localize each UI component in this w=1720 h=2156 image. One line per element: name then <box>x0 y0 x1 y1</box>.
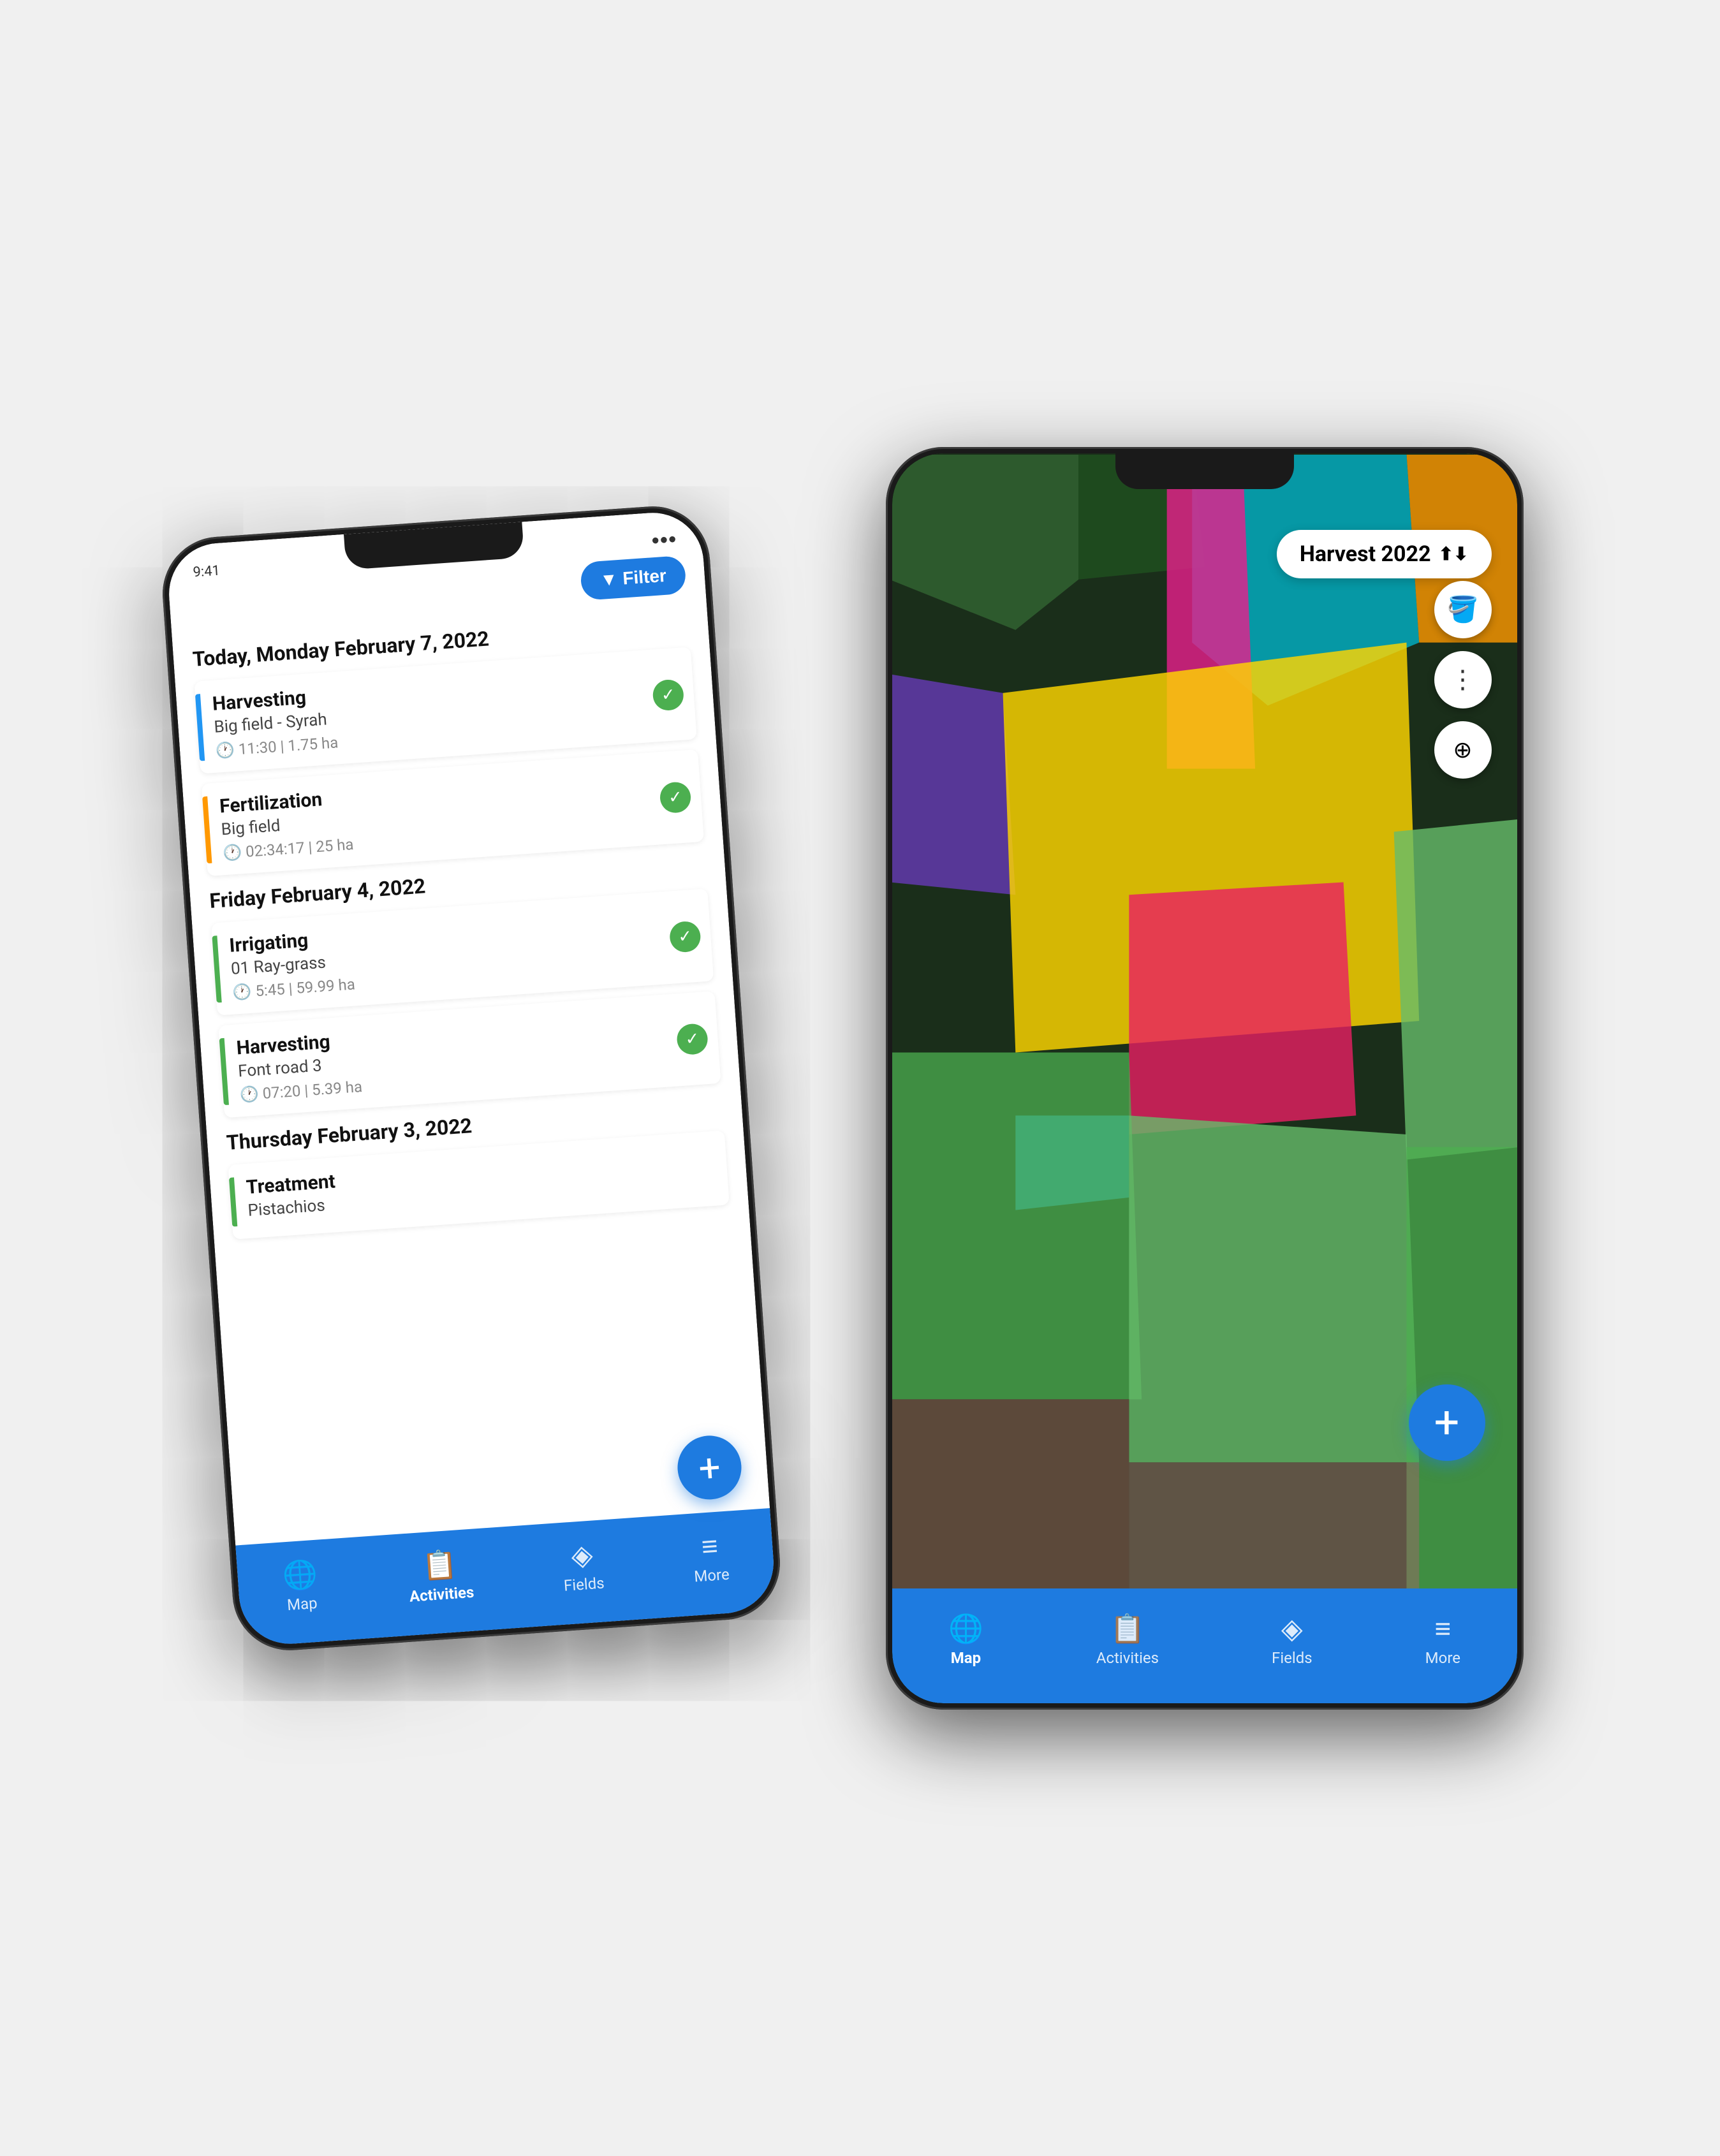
activity-list: Today, Monday February 7, 2022 Harvestin… <box>172 598 770 1545</box>
nav-item-map-right[interactable]: 🌐 Map <box>948 1612 983 1667</box>
nav-item-map-left[interactable]: 🌐 Map <box>281 1557 320 1614</box>
card-content-3: Irrigating 01 Ray-grass 🕐 5:45 | 59.99 h… <box>228 902 700 1001</box>
right-notch <box>1115 453 1294 489</box>
more-options-button[interactable]: ⋮ <box>1434 651 1492 708</box>
nav-item-activities-left[interactable]: 📋 Activities <box>406 1546 474 1605</box>
nav-label-more-left: More <box>693 1565 730 1585</box>
nav-label-activities-right: Activities <box>1096 1649 1159 1667</box>
clock-icon-4: 🕐 <box>239 1085 259 1104</box>
clock-icon-3: 🕐 <box>232 982 252 1001</box>
card-content-1: Harvesting Big field - Syrah 🕐 11:30 | 1… <box>211 660 683 759</box>
card-time-3: 5:45 | 59.99 ha <box>254 975 355 1000</box>
activities-icon-left: 📋 <box>421 1547 458 1583</box>
nav-item-fields-left[interactable]: ◈ Fields <box>561 1537 605 1594</box>
card-border-green-3 <box>212 935 221 1002</box>
map-area: Harvest 2022 ⬆⬇ 🪣 ⋮ ⊕ <box>892 453 1517 1588</box>
nav-item-activities-right[interactable]: 📋 Activities <box>1096 1612 1159 1667</box>
card-border-blue-1 <box>195 694 204 761</box>
nav-label-activities-left: Activities <box>409 1583 474 1605</box>
nav-label-fields-left: Fields <box>563 1574 605 1594</box>
map-fab-icon: + <box>1434 1397 1460 1449</box>
card-border-green-4 <box>219 1038 228 1104</box>
location-icon: ⊕ <box>1453 737 1472 763</box>
harvest-label: Harvest 2022 <box>1300 541 1431 567</box>
paint-bucket-button[interactable]: 🪣 <box>1434 581 1492 638</box>
nav-item-more-right[interactable]: ≡ More <box>1425 1612 1460 1667</box>
right-phone: Harvest 2022 ⬆⬇ 🪣 ⋮ ⊕ <box>886 447 1524 1710</box>
more-icon-left: ≡ <box>700 1529 719 1563</box>
filter-button[interactable]: ▼ Filter <box>579 555 686 600</box>
activities-icon-right: 📋 <box>1110 1612 1145 1645</box>
card-content-4: Harvesting Font road 3 🕐 07:20 | 5.39 ha <box>235 1004 707 1104</box>
nav-label-map-left: Map <box>286 1594 318 1613</box>
card-content-2: Fertilization Big field 🕐 02:34:17 | 25 … <box>219 763 691 862</box>
map-icon-right: 🌐 <box>948 1612 983 1645</box>
paint-bucket-icon: 🪣 <box>1447 594 1479 624</box>
map-icon-left: 🌐 <box>281 1557 318 1592</box>
location-button[interactable]: ⊕ <box>1434 721 1492 779</box>
right-bottom-nav: 🌐 Map 📋 Activities ◈ Fields ≡ More <box>892 1588 1517 1703</box>
nav-label-more-right: More <box>1425 1649 1460 1667</box>
harvest-selector[interactable]: Harvest 2022 ⬆⬇ <box>1277 530 1492 578</box>
clock-icon-2: 🕐 <box>222 843 242 862</box>
map-fab[interactable]: + <box>1409 1384 1485 1461</box>
card-border-orange-2 <box>202 796 212 863</box>
filter-label: Filter <box>622 565 667 589</box>
map-controls: 🪣 ⋮ ⊕ <box>1434 581 1492 779</box>
left-phone-screen: 9:41 ●●● ▼ Filter Today, Monday February… <box>165 509 777 1646</box>
card-time-2: 02:34:17 | 25 ha <box>245 835 354 861</box>
fields-icon-right: ◈ <box>1281 1612 1303 1645</box>
fields-icon-left: ◈ <box>570 1537 593 1572</box>
right-phone-screen: Harvest 2022 ⬆⬇ 🪣 ⋮ ⊕ <box>892 453 1517 1703</box>
nav-item-more-left[interactable]: ≡ More <box>691 1528 730 1585</box>
more-options-icon: ⋮ <box>1450 664 1476 694</box>
nav-item-fields-right[interactable]: ◈ Fields <box>1272 1612 1312 1667</box>
card-border-green-5 <box>228 1177 237 1226</box>
left-phone: 9:41 ●●● ▼ Filter Today, Monday February… <box>159 502 784 1654</box>
harvest-arrow-icon: ⬆⬇ <box>1439 543 1469 564</box>
clock-icon-1: 🕐 <box>215 740 235 759</box>
left-fab-icon: + <box>697 1444 722 1490</box>
card-time-4: 07:20 | 5.39 ha <box>261 1077 362 1102</box>
more-icon-right: ≡ <box>1434 1612 1451 1645</box>
card-content-5: Treatment Pistachios <box>245 1143 716 1225</box>
nav-label-map-right: Map <box>951 1649 981 1667</box>
scene: 9:41 ●●● ▼ Filter Today, Monday February… <box>159 58 1562 2099</box>
card-time-1: 11:30 | 1.75 ha <box>238 733 339 758</box>
nav-label-fields-right: Fields <box>1272 1649 1312 1667</box>
filter-icon: ▼ <box>599 569 618 590</box>
